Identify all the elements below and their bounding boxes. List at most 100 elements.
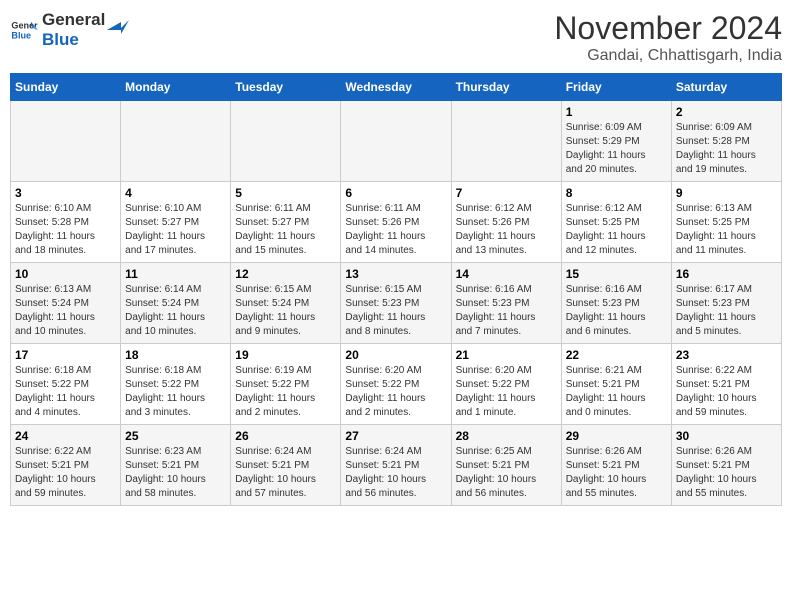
day-info: Sunrise: 6:20 AM Sunset: 5:22 PM Dayligh…: [345, 364, 446, 420]
calendar-cell: 5 Sunrise: 6:11 AM Sunset: 5:27 PM Daylig…: [231, 182, 341, 263]
day-number: 13: [345, 267, 446, 281]
day-number: 21: [456, 348, 557, 362]
calendar-cell: 14 Sunrise: 6:16 AM Sunset: 5:23 PM Dayli…: [451, 263, 561, 344]
calendar-cell: 20 Sunrise: 6:20 AM Sunset: 5:22 PM Dayli…: [341, 344, 451, 425]
day-info: Sunrise: 6:22 AM Sunset: 5:21 PM Dayligh…: [15, 445, 116, 501]
calendar-cell: 1 Sunrise: 6:09 AM Sunset: 5:29 PM Daylig…: [561, 101, 671, 182]
calendar-cell: 26 Sunrise: 6:24 AM Sunset: 5:21 PM Dayli…: [231, 425, 341, 506]
day-info: Sunrise: 6:26 AM Sunset: 5:21 PM Dayligh…: [676, 445, 777, 501]
day-info: Sunrise: 6:10 AM Sunset: 5:28 PM Dayligh…: [15, 202, 116, 258]
day-info: Sunrise: 6:24 AM Sunset: 5:21 PM Dayligh…: [345, 445, 446, 501]
location-subtitle: Gandai, Chhattisgarh, India: [554, 47, 782, 65]
day-info: Sunrise: 6:19 AM Sunset: 5:22 PM Dayligh…: [235, 364, 336, 420]
weekday-header-monday: Monday: [121, 74, 231, 101]
calendar-cell: 29Sunrise: 6:26 AM Sunset: 5:21 PM Dayli…: [561, 425, 671, 506]
day-number: 16: [676, 267, 777, 281]
day-info: Sunrise: 6:11 AM Sunset: 5:26 PM Dayligh…: [345, 202, 446, 258]
day-info: Sunrise: 6:13 AM Sunset: 5:25 PM Dayligh…: [676, 202, 777, 258]
day-info: Sunrise: 6:22 AM Sunset: 5:21 PM Dayligh…: [676, 364, 777, 420]
day-info: Sunrise: 6:24 AM Sunset: 5:21 PM Dayligh…: [235, 445, 336, 501]
weekday-header-saturday: Saturday: [671, 74, 781, 101]
day-number: 20: [345, 348, 446, 362]
day-number: 17: [15, 348, 116, 362]
month-title: November 2024: [554, 10, 782, 47]
calendar-week-4: 17 Sunrise: 6:18 AM Sunset: 5:22 PM Dayli…: [11, 344, 782, 425]
logo-general: General: [42, 10, 105, 29]
calendar-cell: 25Sunrise: 6:23 AM Sunset: 5:21 PM Dayli…: [121, 425, 231, 506]
logo: General Blue General Blue: [10, 10, 129, 50]
day-info: Sunrise: 6:17 AM Sunset: 5:23 PM Dayligh…: [676, 283, 777, 339]
calendar-cell: 15 Sunrise: 6:16 AM Sunset: 5:23 PM Dayli…: [561, 263, 671, 344]
day-info: Sunrise: 6:12 AM Sunset: 5:25 PM Dayligh…: [566, 202, 667, 258]
day-info: Sunrise: 6:09 AM Sunset: 5:29 PM Dayligh…: [566, 121, 667, 177]
calendar-cell: [121, 101, 231, 182]
day-info: Sunrise: 6:21 AM Sunset: 5:21 PM Dayligh…: [566, 364, 667, 420]
day-number: 11: [125, 267, 226, 281]
calendar-cell: 11 Sunrise: 6:14 AM Sunset: 5:24 PM Dayli…: [121, 263, 231, 344]
day-info: Sunrise: 6:25 AM Sunset: 5:21 PM Dayligh…: [456, 445, 557, 501]
day-number: 8: [566, 186, 667, 200]
day-number: 9: [676, 186, 777, 200]
day-info: Sunrise: 6:15 AM Sunset: 5:24 PM Dayligh…: [235, 283, 336, 339]
day-info: Sunrise: 6:09 AM Sunset: 5:28 PM Dayligh…: [676, 121, 777, 177]
day-number: 27: [345, 429, 446, 443]
calendar-week-2: 3 Sunrise: 6:10 AM Sunset: 5:28 PM Daylig…: [11, 182, 782, 263]
calendar-cell: 9 Sunrise: 6:13 AM Sunset: 5:25 PM Daylig…: [671, 182, 781, 263]
calendar-cell: 24 Sunrise: 6:22 AM Sunset: 5:21 PM Dayli…: [11, 425, 121, 506]
weekday-header-wednesday: Wednesday: [341, 74, 451, 101]
weekday-header-sunday: Sunday: [11, 74, 121, 101]
logo-text: General Blue: [42, 10, 129, 50]
day-info: Sunrise: 6:20 AM Sunset: 5:22 PM Dayligh…: [456, 364, 557, 420]
day-number: 5: [235, 186, 336, 200]
calendar-cell: 7 Sunrise: 6:12 AM Sunset: 5:26 PM Daylig…: [451, 182, 561, 263]
day-number: 30: [676, 429, 777, 443]
day-info: Sunrise: 6:15 AM Sunset: 5:23 PM Dayligh…: [345, 283, 446, 339]
title-block: November 2024 Gandai, Chhattisgarh, Indi…: [554, 10, 782, 65]
calendar-cell: [231, 101, 341, 182]
day-number: 15: [566, 267, 667, 281]
calendar-cell: 27 Sunrise: 6:24 AM Sunset: 5:21 PM Dayli…: [341, 425, 451, 506]
calendar-week-1: 1 Sunrise: 6:09 AM Sunset: 5:29 PM Daylig…: [11, 101, 782, 182]
calendar-cell: [451, 101, 561, 182]
day-number: 10: [15, 267, 116, 281]
day-number: 14: [456, 267, 557, 281]
calendar-cell: 18Sunrise: 6:18 AM Sunset: 5:22 PM Dayli…: [121, 344, 231, 425]
day-number: 7: [456, 186, 557, 200]
day-info: Sunrise: 6:16 AM Sunset: 5:23 PM Dayligh…: [566, 283, 667, 339]
calendar-cell: 12 Sunrise: 6:15 AM Sunset: 5:24 PM Dayli…: [231, 263, 341, 344]
day-info: Sunrise: 6:10 AM Sunset: 5:27 PM Dayligh…: [125, 202, 226, 258]
day-number: 26: [235, 429, 336, 443]
weekday-header-tuesday: Tuesday: [231, 74, 341, 101]
calendar-cell: 13 Sunrise: 6:15 AM Sunset: 5:23 PM Dayli…: [341, 263, 451, 344]
calendar-cell: 10 Sunrise: 6:13 AM Sunset: 5:24 PM Dayli…: [11, 263, 121, 344]
day-number: 2: [676, 105, 777, 119]
day-info: Sunrise: 6:12 AM Sunset: 5:26 PM Dayligh…: [456, 202, 557, 258]
day-info: Sunrise: 6:11 AM Sunset: 5:27 PM Dayligh…: [235, 202, 336, 258]
calendar-cell: 22 Sunrise: 6:21 AM Sunset: 5:21 PM Dayli…: [561, 344, 671, 425]
day-info: Sunrise: 6:16 AM Sunset: 5:23 PM Dayligh…: [456, 283, 557, 339]
day-number: 22: [566, 348, 667, 362]
day-number: 3: [15, 186, 116, 200]
day-info: Sunrise: 6:13 AM Sunset: 5:24 PM Dayligh…: [15, 283, 116, 339]
day-number: 12: [235, 267, 336, 281]
day-info: Sunrise: 6:18 AM Sunset: 5:22 PM Dayligh…: [15, 364, 116, 420]
weekday-header-thursday: Thursday: [451, 74, 561, 101]
day-number: 19: [235, 348, 336, 362]
logo-blue: Blue: [42, 30, 79, 49]
day-number: 24: [15, 429, 116, 443]
calendar-week-5: 24 Sunrise: 6:22 AM Sunset: 5:21 PM Dayli…: [11, 425, 782, 506]
calendar-cell: 17 Sunrise: 6:18 AM Sunset: 5:22 PM Dayli…: [11, 344, 121, 425]
day-number: 4: [125, 186, 226, 200]
calendar-cell: [11, 101, 121, 182]
day-number: 18: [125, 348, 226, 362]
calendar-cell: 30 Sunrise: 6:26 AM Sunset: 5:21 PM Dayli…: [671, 425, 781, 506]
calendar-cell: 19 Sunrise: 6:19 AM Sunset: 5:22 PM Dayli…: [231, 344, 341, 425]
calendar-cell: 6Sunrise: 6:11 AM Sunset: 5:26 PM Daylig…: [341, 182, 451, 263]
day-info: Sunrise: 6:14 AM Sunset: 5:24 PM Dayligh…: [125, 283, 226, 339]
logo-icon: General Blue: [10, 16, 38, 44]
calendar-cell: 16 Sunrise: 6:17 AM Sunset: 5:23 PM Dayli…: [671, 263, 781, 344]
calendar-week-3: 10 Sunrise: 6:13 AM Sunset: 5:24 PM Dayli…: [11, 263, 782, 344]
day-number: 1: [566, 105, 667, 119]
weekday-header-friday: Friday: [561, 74, 671, 101]
calendar-cell: 23Sunrise: 6:22 AM Sunset: 5:21 PM Dayli…: [671, 344, 781, 425]
